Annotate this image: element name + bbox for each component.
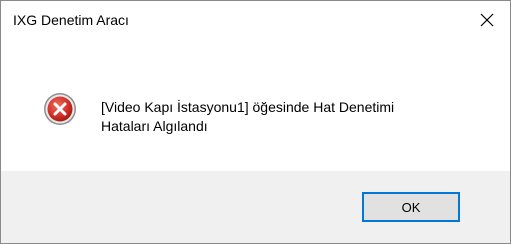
error-message-line-1: [Video Kapı İstasyonu1] öğesinde Hat Den…: [101, 99, 395, 115]
button-bar: OK: [1, 171, 510, 243]
error-icon: [44, 93, 76, 125]
dialog-content: [Video Kapı İstasyonu1] öğesinde Hat Den…: [1, 39, 510, 171]
close-icon: [480, 13, 494, 27]
title-bar[interactable]: IXG Denetim Aracı: [1, 1, 510, 39]
dialog-window: IXG Denetim Aracı [Video Kapı İstasyonu1…: [0, 0, 511, 244]
window-title: IXG Denetim Aracı: [13, 12, 129, 28]
ok-button[interactable]: OK: [362, 192, 460, 222]
close-button[interactable]: [464, 1, 510, 39]
error-message-line-2: Hataları Algılandı: [101, 118, 208, 134]
error-message: [Video Kapı İstasyonu1] öğesinde Hat Den…: [101, 98, 481, 136]
